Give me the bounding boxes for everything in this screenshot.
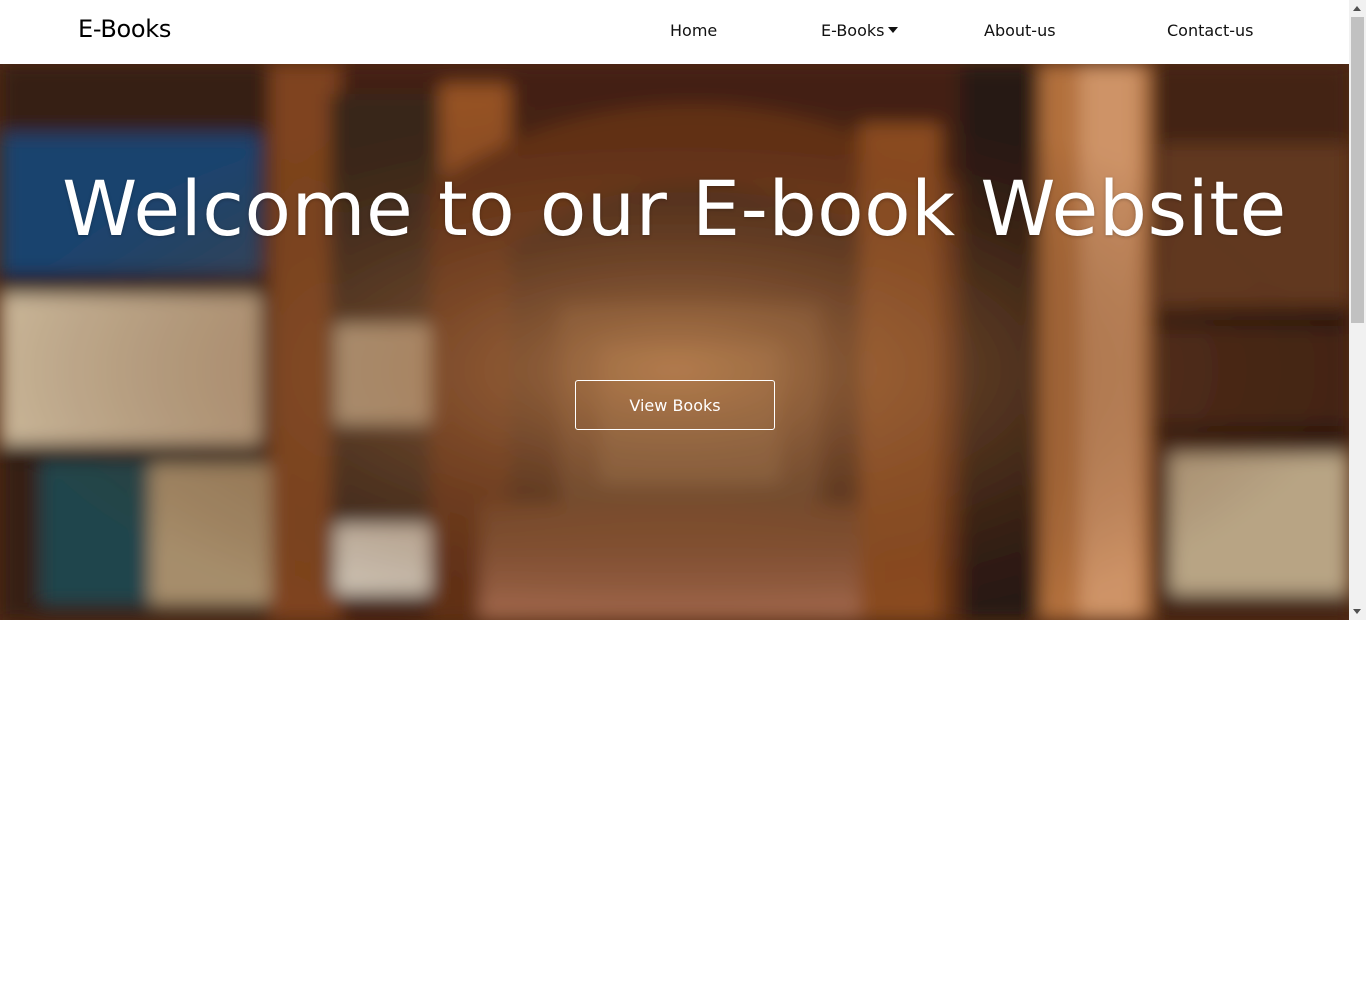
library-background-image [0, 64, 1349, 620]
hero-title: Welcome to our E-book Website [62, 164, 1287, 253]
navbar: E-Books Home E-Books About-us Contact-us [0, 0, 1349, 64]
nav-contact-link[interactable]: Contact-us [1167, 21, 1254, 40]
browser-viewport: E-Books Home E-Books About-us Contact-us [0, 0, 1366, 982]
hero-section: Welcome to our E-book Website View Books [0, 64, 1349, 620]
scrollbar-thumb[interactable] [1351, 17, 1364, 323]
nav-about-link[interactable]: About-us [984, 21, 1056, 40]
brand-logo[interactable]: E-Books [78, 15, 171, 43]
view-books-button[interactable]: View Books [575, 380, 775, 430]
caret-down-icon [888, 27, 899, 33]
nav-home-link[interactable]: Home [670, 21, 717, 40]
nav-ebooks-label: E-Books [821, 21, 885, 40]
nav-ebooks-dropdown[interactable]: E-Books [821, 21, 899, 40]
vertical-scrollbar[interactable] [1349, 0, 1366, 620]
scroll-up-arrow-icon[interactable] [1353, 6, 1361, 11]
scroll-down-arrow-icon[interactable] [1353, 609, 1361, 614]
